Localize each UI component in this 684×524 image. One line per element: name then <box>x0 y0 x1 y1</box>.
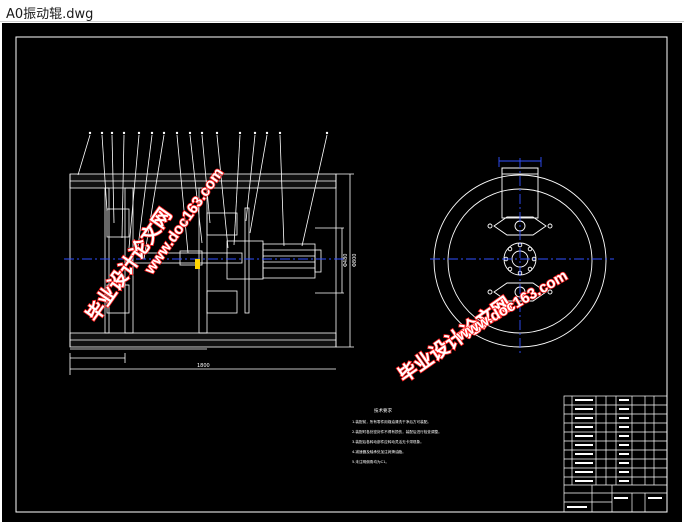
watermark-left: 毕业设计论文网 www.doc163.com <box>80 164 228 327</box>
coupling-highlight <box>195 259 200 269</box>
technical-notes: 技术要求 1.装配前，所有零件用煤油清洗干净后方可装配。 2.装配时各处密封件不… <box>352 407 442 464</box>
cad-drawing[interactable]: 1800 Φ800 Φ480 技术要求 1.装配前，所有零件用煤油清洗干净后方可… <box>2 23 682 522</box>
watermark-right: 毕业设计论文网 www.doc163.com <box>393 266 571 388</box>
drawing-canvas[interactable]: 1800 Φ800 Φ480 技术要求 1.装配前，所有零件用煤油清洗干净后方可… <box>2 23 682 522</box>
note-line-5: 5.未注明倒角均为C1。 <box>352 459 389 464</box>
dim-bore: Φ480 <box>343 254 349 267</box>
note-line-2: 2.装配时各处密封件不得有损伤，装配后进行检查调整。 <box>352 429 442 434</box>
window-title: A0振动辊.dwg <box>6 7 94 22</box>
notes-title: 技术要求 <box>374 407 392 414</box>
title-block-fill <box>567 399 662 508</box>
part-callouts <box>88 131 329 135</box>
dim-diameter: Φ800 <box>352 254 358 267</box>
note-line-3: 3.装配后各转动部件应转动灵活无卡滞现象。 <box>352 439 424 444</box>
end-view-centerlines <box>430 157 614 353</box>
note-line-1: 1.装配前，所有零件用煤油清洗干净后方可装配。 <box>352 419 431 424</box>
dim-overall-length: 1800 <box>197 363 210 369</box>
watermark-url-right: www.doc163.com <box>453 267 571 345</box>
title-bar: A0振动辊.dwg <box>0 0 684 22</box>
note-line-4: 4.减速器及轴承处加注润滑油脂。 <box>352 449 406 454</box>
